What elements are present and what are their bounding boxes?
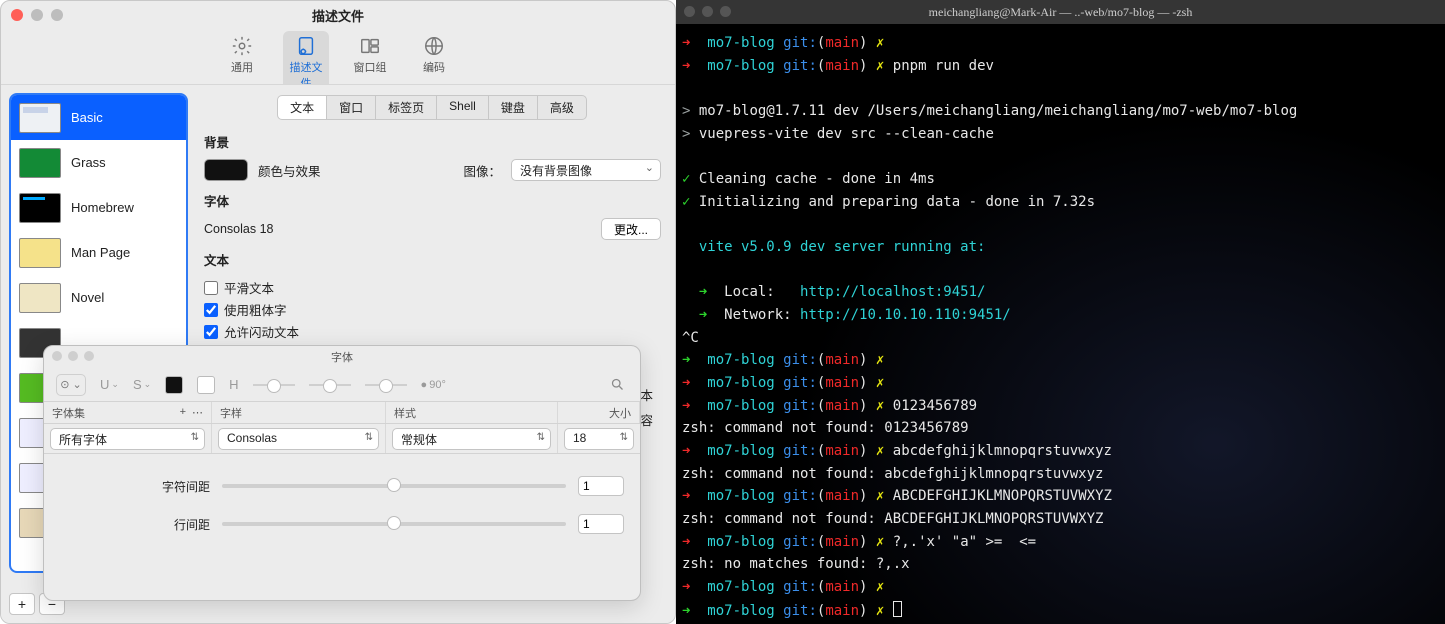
checkbox-smooth-text: 平滑文本 [204, 278, 307, 297]
checkbox-blink: 允许闪动文本 [204, 322, 307, 341]
window-group-icon [359, 35, 381, 57]
window-title: 描述文件 [312, 6, 364, 25]
terminal-preferences-window: 描述文件 通用 描述文件 窗口组 编码 [0, 0, 676, 624]
toolbar-general[interactable]: 通用 [219, 31, 265, 77]
cursor-icon [893, 601, 902, 617]
minimize-icon[interactable] [31, 9, 43, 21]
font-panel-toolbar: ⊙ U⌄ S⌄ H ● 90° [44, 368, 640, 402]
doc-color-swatch[interactable] [197, 376, 215, 394]
size-select[interactable]: 18 [564, 428, 634, 450]
char-spacing-slider[interactable] [222, 484, 566, 488]
profile-homebrew[interactable]: Homebrew [11, 185, 186, 230]
toolbar: 通用 描述文件 窗口组 编码 [1, 29, 675, 84]
toolbar-encoding[interactable]: 编码 [411, 31, 457, 77]
style-select[interactable]: 常规体 [392, 428, 551, 450]
minimize-icon[interactable] [702, 6, 713, 17]
change-font-button[interactable]: 更改... [601, 218, 661, 240]
thumbnail-icon [19, 238, 61, 268]
terminal-output[interactable]: ➜ mo7-blog git:(main) ✗➜ mo7-blog git:(m… [676, 24, 1445, 624]
bg-color-label: 颜色与效果 [258, 161, 321, 180]
strikethrough-menu[interactable]: S⌄ [133, 377, 151, 392]
toolbar-window-groups[interactable]: 窗口组 [347, 31, 393, 77]
bg-image-label: 图像： [463, 161, 501, 180]
profile-grass[interactable]: Grass [11, 140, 186, 185]
zoom-icon[interactable] [84, 351, 94, 361]
shadow-opacity-slider[interactable] [253, 377, 295, 393]
add-profile-button[interactable]: + [9, 593, 35, 615]
font-columns-header: 字体集+⋯ 字样 样式 大小 [44, 402, 640, 424]
section-background: 背景 [204, 132, 661, 151]
terminal-titlebar: meichangliang@Mark-Air — ..-web/mo7-blog… [676, 0, 1445, 24]
line-spacing-slider[interactable] [222, 522, 566, 526]
font-current: Consolas 18 [204, 222, 274, 236]
profile-man-page[interactable]: Man Page [11, 230, 186, 275]
zoom-icon[interactable] [51, 9, 63, 21]
add-collection-icon[interactable]: + [180, 406, 186, 419]
thumbnail-icon [19, 193, 61, 223]
search-icon[interactable] [606, 374, 628, 396]
minimize-icon[interactable] [68, 351, 78, 361]
profile-basic[interactable]: Basic [11, 95, 186, 140]
font-panel-titlebar: 字体 [44, 346, 640, 368]
close-icon[interactable] [52, 351, 62, 361]
line-spacing-input[interactable] [578, 514, 624, 534]
shadow-offset-slider[interactable] [365, 377, 407, 393]
checkbox-bold-font: 使用粗体字 [204, 300, 307, 319]
font-panel: 字体 ⊙ U⌄ S⌄ H ● 90° 字体集+⋯ 字样 样式 大小 所有字体 C… [43, 345, 641, 601]
tab-tabpage[interactable]: 标签页 [375, 95, 437, 120]
text-color-swatch[interactable] [165, 376, 183, 394]
zoom-icon[interactable] [720, 6, 731, 17]
profile-novel[interactable]: Novel [11, 275, 186, 320]
collection-select[interactable]: 所有字体 [50, 428, 205, 450]
tab-window[interactable]: 窗口 [326, 95, 376, 120]
terminal-window: meichangliang@Mark-Air — ..-web/mo7-blog… [676, 0, 1445, 624]
tab-advanced[interactable]: 高级 [537, 95, 587, 120]
tab-shell[interactable]: Shell [436, 95, 489, 120]
actions-menu[interactable]: ⊙ [56, 374, 86, 396]
traffic-lights [11, 9, 63, 21]
family-select[interactable]: Consolas [218, 428, 379, 450]
char-spacing-label: 字符间距 [60, 478, 210, 495]
profile-gear-icon [295, 35, 317, 57]
thumbnail-icon [19, 103, 61, 133]
bg-image-select[interactable]: 没有背景图像 [511, 159, 661, 181]
thumbnail-icon [19, 283, 61, 313]
detail-tabs: 文本 窗口 标签页 Shell 键盘 高级 [204, 95, 661, 120]
section-text: 文本 [204, 250, 661, 269]
gear-icon [231, 35, 253, 57]
char-spacing-input[interactable] [578, 476, 624, 496]
underline-menu[interactable]: U⌄ [100, 377, 119, 392]
shadow-blur-slider[interactable] [309, 377, 351, 393]
titlebar: 描述文件 [1, 1, 675, 29]
tab-keyboard[interactable]: 键盘 [488, 95, 538, 120]
tab-text[interactable]: 文本 [277, 95, 327, 120]
close-icon[interactable] [11, 9, 23, 21]
collection-menu-icon[interactable]: ⋯ [192, 406, 203, 419]
globe-icon [423, 35, 445, 57]
line-spacing-label: 行间距 [60, 516, 210, 533]
close-icon[interactable] [684, 6, 695, 17]
section-font: 字体 [204, 191, 661, 210]
shadow-letter[interactable]: H [229, 377, 238, 392]
thumbnail-icon [19, 148, 61, 178]
shadow-angle[interactable]: ● 90° [421, 379, 446, 391]
bg-color-swatch[interactable] [204, 159, 248, 181]
